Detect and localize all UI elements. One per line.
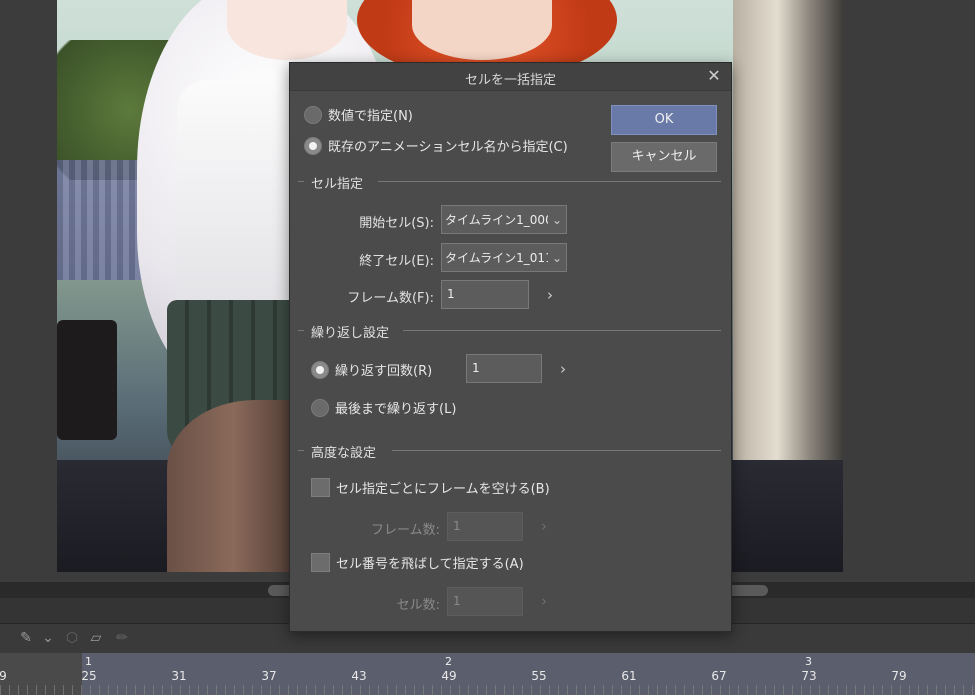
checkbox-box[interactable]: [311, 478, 330, 497]
ruler-number: 73: [801, 669, 817, 683]
skip-cells-input[interactable]: 1: [447, 587, 523, 616]
radio-repeat-count[interactable]: 繰り返す回数(R): [311, 360, 432, 379]
ruler-number: 43: [351, 669, 367, 683]
timeline-marker: 3: [805, 655, 812, 668]
new-cel-icon[interactable]: ▱: [86, 628, 106, 648]
repeat-count-input[interactable]: 1: [466, 354, 542, 383]
close-icon[interactable]: ✕: [705, 67, 723, 85]
section-repeat: 繰り返し設定: [298, 322, 721, 341]
ruler-number: 49: [441, 669, 457, 683]
skip-cells-checkbox[interactable]: セル番号を飛ばして指定する(A): [311, 553, 524, 572]
gap-frames-label: フレーム数:: [371, 523, 440, 538]
cancel-button[interactable]: キャンセル: [611, 142, 717, 172]
radio-existing-mode[interactable]: 既存のアニメーションセル名から指定(C): [304, 136, 568, 155]
gap-frames-checkbox[interactable]: セル指定ごとにフレームを空ける(B): [311, 478, 550, 497]
pencil-icon[interactable]: ✏: [112, 628, 132, 648]
section-divider: [298, 181, 304, 182]
radio-repeat-to-end[interactable]: 最後まで繰り返す(L): [311, 398, 456, 417]
section-divider: [403, 330, 721, 331]
end-cel-label: 終了セル(E):: [359, 254, 434, 269]
ruler-number: 67: [711, 669, 727, 683]
ok-button[interactable]: OK: [611, 105, 717, 135]
section-divider: [298, 450, 304, 451]
frames-label: フレーム数(F):: [347, 291, 434, 306]
section-cell-spec: セル指定: [298, 173, 721, 192]
radio-circle[interactable]: [311, 360, 329, 379]
gap-frames-input[interactable]: 1: [447, 512, 523, 541]
batch-cel-dialog: セルを一括指定 ✕ 数値で指定(N) 既存のアニメーションセル名から指定(C) …: [289, 62, 732, 632]
ruler-number: 61: [621, 669, 637, 683]
app-window: ✎ ⌄ ⬡ ▱ ✏ 1 2 3 9 25 31 37 43 49 55 61 6…: [0, 0, 975, 695]
chevron-right-icon[interactable]: ›: [536, 516, 552, 536]
radio-circle[interactable]: [304, 136, 322, 155]
section-advanced-label: 高度な設定: [311, 446, 377, 461]
radio-circle[interactable]: [304, 105, 322, 124]
section-divider: [392, 450, 721, 451]
section-cell-spec-label: セル指定: [311, 177, 364, 192]
chevron-right-icon[interactable]: ›: [555, 359, 571, 379]
dialog-titlebar[interactable]: セルを一括指定 ✕: [290, 63, 731, 91]
section-repeat-label: 繰り返し設定: [311, 326, 390, 341]
repeat-to-end-label: 最後まで繰り返す(L): [335, 402, 457, 417]
radio-numeric-mode[interactable]: 数値で指定(N): [304, 105, 413, 124]
layer-link-icon[interactable]: ✎: [16, 628, 36, 648]
ruler-ticks: [0, 685, 975, 695]
ruler-number: 31: [171, 669, 187, 683]
chevron-down-icon: ⌄: [551, 212, 563, 227]
timeline-marker: 2: [445, 655, 452, 668]
start-cel-label: 開始セル(S):: [359, 216, 434, 231]
radio-circle[interactable]: [311, 398, 329, 417]
chevron-down-icon[interactable]: ⌄: [38, 628, 58, 648]
ruler-number: 79: [891, 669, 907, 683]
ruler-number: 9: [0, 669, 7, 683]
chevron-right-icon[interactable]: ›: [536, 591, 552, 611]
frames-input[interactable]: 1: [441, 280, 529, 309]
art-bag: [57, 320, 117, 440]
gap-frames-checkbox-label: セル指定ごとにフレームを空ける(B): [336, 482, 550, 497]
radio-numeric-label: 数値で指定(N): [328, 109, 413, 124]
dialog-title: セルを一括指定: [464, 73, 556, 88]
section-divider: [298, 330, 304, 331]
skip-cells-checkbox-label: セル番号を飛ばして指定する(A): [336, 557, 524, 572]
end-cel-select[interactable]: タイムライン1_0119 ⌄: [441, 243, 567, 272]
chevron-right-icon[interactable]: ›: [542, 285, 558, 305]
section-advanced: 高度な設定: [298, 442, 721, 461]
section-divider: [378, 181, 721, 182]
end-cel-value: タイムライン1_0119: [445, 251, 548, 265]
repeat-count-label: 繰り返す回数(R): [335, 364, 433, 379]
start-cel-value: タイムライン1_0000: [445, 213, 548, 227]
skip-cells-label: セル数:: [396, 598, 440, 613]
cel-specify-icon[interactable]: ⬡: [62, 628, 82, 648]
timeline-marker: 1: [85, 655, 92, 668]
radio-existing-label: 既存のアニメーションセル名から指定(C): [328, 140, 568, 155]
chevron-down-icon: ⌄: [551, 250, 563, 265]
ruler-number: 25: [81, 669, 97, 683]
checkbox-box[interactable]: [311, 553, 330, 572]
start-cel-select[interactable]: タイムライン1_0000 ⌄: [441, 205, 567, 234]
ruler-number: 37: [261, 669, 277, 683]
ruler-number: 55: [531, 669, 547, 683]
